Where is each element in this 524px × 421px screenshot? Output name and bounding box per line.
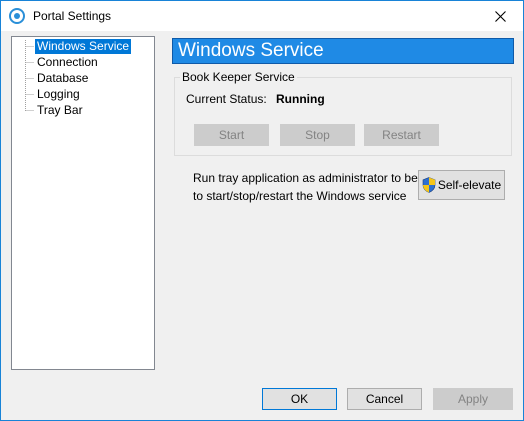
close-button[interactable]: [477, 1, 523, 31]
elevate-description-line1: Run tray application as administrator to…: [193, 171, 444, 185]
tree-item-tray-bar[interactable]: Tray Bar: [35, 103, 85, 118]
self-elevate-label: Self-elevate: [437, 178, 502, 192]
restart-button[interactable]: Restart: [364, 124, 439, 146]
service-groupbox: Book Keeper Service Current Status: Runn…: [174, 70, 512, 156]
settings-tree[interactable]: Windows Service Connection Database Logg…: [11, 36, 155, 370]
apply-button[interactable]: Apply: [433, 388, 513, 410]
close-icon: [494, 10, 506, 22]
section-header: Windows Service: [172, 38, 514, 64]
tree-item-windows-service[interactable]: Windows Service: [35, 39, 132, 54]
title-bar: Portal Settings: [1, 1, 523, 31]
dialog-footer: OK Cancel Apply: [1, 379, 523, 420]
group-title: Book Keeper Service: [180, 70, 297, 84]
status-label: Current Status:: [186, 92, 267, 106]
cancel-button[interactable]: Cancel: [347, 388, 422, 410]
window-title: Portal Settings: [33, 9, 112, 23]
status-value: Running: [276, 92, 325, 106]
ok-button[interactable]: OK: [262, 388, 337, 410]
start-button[interactable]: Start: [194, 124, 269, 146]
settings-window: Portal Settings Windows Service Connecti…: [0, 0, 524, 421]
elevate-description: Run tray application as administrator to…: [193, 169, 444, 205]
uac-shield-icon: [422, 177, 436, 193]
portal-logo-icon: [9, 8, 25, 24]
section-title: Windows Service: [178, 40, 324, 61]
stop-button[interactable]: Stop: [280, 124, 355, 146]
elevate-description-line2: to start/stop/restart the Windows servic…: [193, 189, 407, 203]
tree-item-connection[interactable]: Connection: [35, 55, 100, 70]
self-elevate-button[interactable]: Self-elevate: [418, 170, 505, 200]
tree-item-logging[interactable]: Logging: [35, 87, 82, 102]
tree-item-database[interactable]: Database: [35, 71, 90, 86]
